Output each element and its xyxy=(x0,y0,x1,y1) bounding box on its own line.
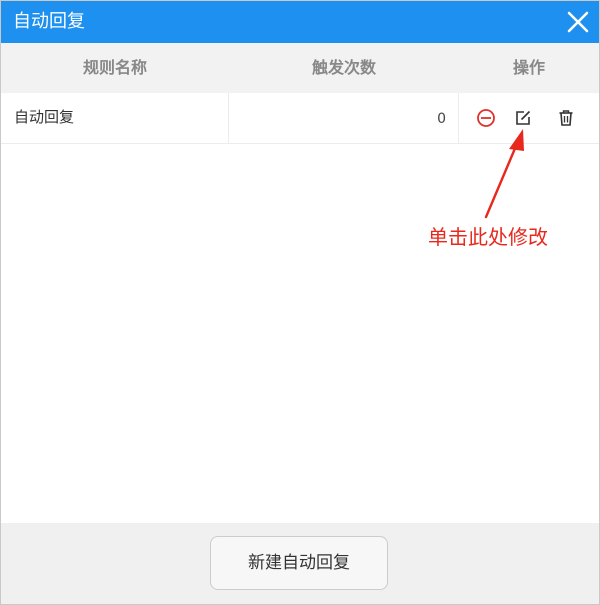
column-header-actions: 操作 xyxy=(512,58,545,77)
actions-cell xyxy=(459,93,599,143)
column-header-rule-name: 规则名称 xyxy=(82,58,147,77)
new-auto-reply-button[interactable]: 新建自动回复 xyxy=(210,536,388,590)
close-icon[interactable] xyxy=(566,10,590,34)
rule-name: 自动回复 xyxy=(14,108,75,126)
table-header: 规则名称 触发次数 操作 xyxy=(1,43,599,93)
trigger-count-cell: 0 xyxy=(229,93,459,143)
column-header-trigger-count: 触发次数 xyxy=(311,58,376,77)
edit-icon[interactable] xyxy=(513,108,533,128)
dialog-titlebar: 自动回复 xyxy=(1,1,599,43)
rule-name-cell: 自动回复 xyxy=(1,93,229,143)
trigger-count: 0 xyxy=(437,111,446,127)
disable-icon[interactable] xyxy=(476,108,496,128)
delete-icon[interactable] xyxy=(556,108,576,128)
dialog-title: 自动回复 xyxy=(13,11,85,32)
annotation-label: 单击此处修改 xyxy=(428,225,548,249)
table-row: 自动回复 0 xyxy=(1,93,599,144)
dialog-footer: 新建自动回复 xyxy=(1,523,599,604)
auto-reply-dialog: 自动回复 规则名称 触发次数 操作 自动回复 0 单击此处修改 新建自动回复 xyxy=(0,0,600,605)
